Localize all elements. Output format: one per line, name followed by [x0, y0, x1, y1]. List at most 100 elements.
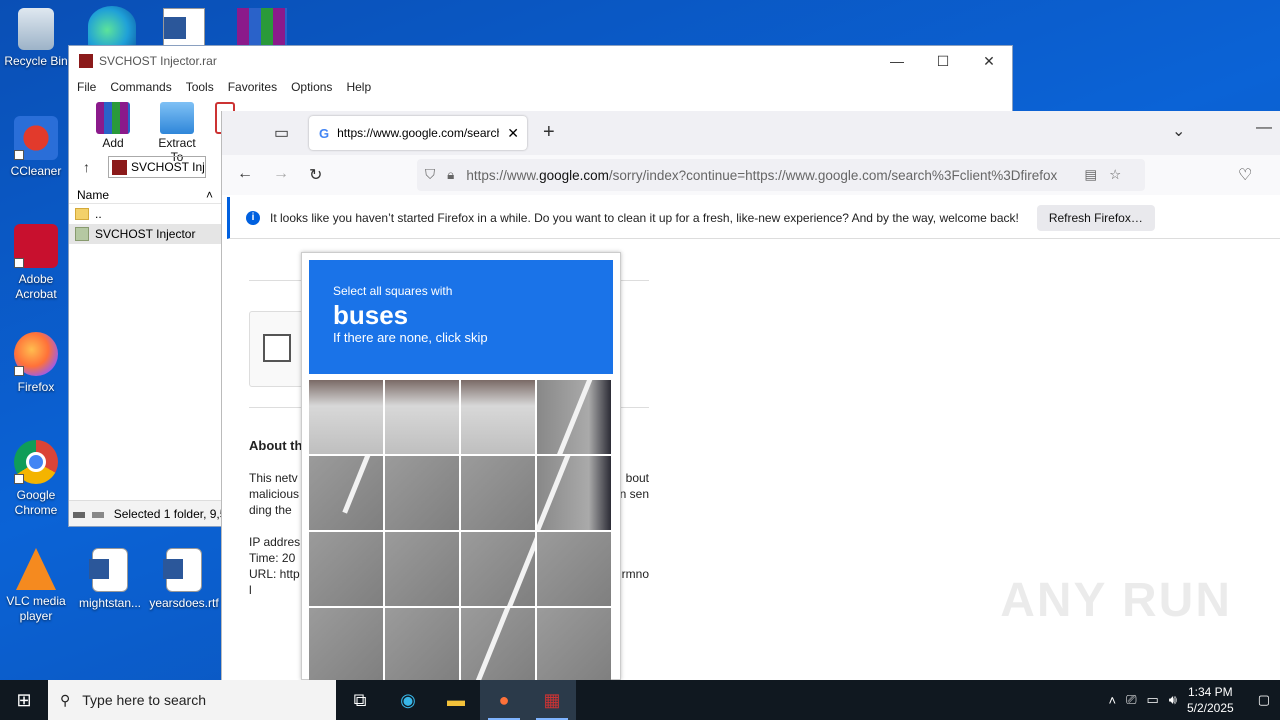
desktop-icon-ccleaner[interactable]: CCleaner	[0, 116, 72, 179]
menu-file[interactable]: File	[77, 80, 96, 94]
new-tab-button[interactable]: +	[543, 121, 555, 144]
desktop-icon-adobe-acrobat[interactable]: Adobe Acrobat	[0, 224, 72, 302]
menu-favorites[interactable]: Favorites	[228, 80, 277, 94]
window-title: SVCHOST Injector.rar	[99, 54, 217, 68]
desktop-icon-google-chrome[interactable]: Google Chrome	[0, 440, 72, 518]
file-name: ..	[95, 207, 102, 221]
bookmark-star-icon[interactable]: ☆	[1109, 167, 1121, 183]
folder-icon	[75, 227, 89, 241]
status-text: Selected 1 folder, 9,5	[113, 507, 221, 521]
para-line: ding the	[249, 503, 292, 517]
grid-tile[interactable]	[385, 456, 459, 530]
menu-options[interactable]: Options	[291, 80, 332, 94]
maximize-button[interactable]: ☐	[920, 53, 966, 70]
edge-icon: ◉	[400, 689, 416, 710]
up-arrow-icon[interactable]: ↑	[83, 159, 90, 175]
grid-tile[interactable]	[537, 380, 611, 454]
taskbar-file-explorer[interactable]: ▬	[432, 680, 480, 720]
word-document-icon	[89, 548, 128, 592]
winrar-statusbar: Selected 1 folder, 9,5	[69, 500, 221, 526]
winrar-menubar: File Commands Tools Favorites Options He…	[69, 76, 1012, 98]
grid-tile[interactable]	[537, 532, 611, 606]
winrar-icon: ▦	[543, 689, 561, 710]
file-name: SVCHOST Injector	[95, 227, 196, 241]
grid-tile[interactable]	[309, 608, 383, 682]
notifications-icon[interactable]: ▢	[1258, 692, 1270, 708]
volume-icon[interactable]: 🔊︎	[1169, 692, 1177, 708]
winrar-icon[interactable]	[237, 8, 287, 46]
tab-strip: ▭ G https://www.google.com/search ✕ + ⌄ …	[222, 111, 1280, 155]
tab-google[interactable]: G https://www.google.com/search ✕	[309, 116, 527, 150]
desktop-icon-recycle-bin[interactable]: Recycle Bin	[0, 8, 72, 69]
grid-tile[interactable]	[461, 380, 535, 454]
url-rest: /sorry/index?continue=https://www.google…	[608, 167, 1058, 183]
grid-tile[interactable]	[461, 532, 535, 606]
grid-tile[interactable]	[385, 380, 459, 454]
archive-path-field[interactable]: SVCHOST Inje	[108, 156, 206, 178]
taskbar-winrar[interactable]: ▦	[528, 680, 576, 720]
extract-to-button[interactable]: Extract To	[151, 102, 203, 164]
url-domain: google.com	[539, 167, 609, 183]
chevron-up-icon[interactable]: ˄	[1108, 693, 1116, 708]
windows-logo-icon: ⊞	[16, 689, 32, 710]
close-tab-icon[interactable]: ✕	[507, 125, 519, 142]
edge-icon[interactable]	[88, 6, 136, 46]
grid-tile[interactable]	[309, 380, 383, 454]
grid-tile[interactable]	[461, 456, 535, 530]
taskbar: ⊞ ⚲ Type here to search ⧉ ◉ ▬ ● ▦ ˄ ⎚ ▭ …	[0, 680, 1280, 720]
back-button-icon[interactable]: ←	[237, 165, 253, 183]
grid-tile[interactable]	[537, 608, 611, 682]
url-text[interactable]: https://www.google.com/sorry/index?conti…	[466, 168, 1072, 183]
list-item[interactable]: ..	[69, 204, 221, 224]
menu-help[interactable]: Help	[346, 80, 371, 94]
task-view-button[interactable]: ⧉	[336, 680, 384, 720]
add-archive-icon	[96, 102, 130, 134]
lock-icon[interactable]: 🔒︎	[447, 167, 454, 183]
clock[interactable]: 1:34 PM 5/2/2025	[1187, 684, 1234, 716]
pocket-icon[interactable]: ♡	[1238, 165, 1252, 185]
taskbar-firefox[interactable]: ●	[480, 680, 528, 720]
grid-tile[interactable]	[537, 456, 611, 530]
tracking-shield-icon[interactable]: ⛉	[425, 167, 435, 183]
start-button[interactable]: ⊞	[0, 680, 48, 720]
taskbar-search[interactable]: ⚲ Type here to search	[48, 680, 336, 720]
grid-tile[interactable]	[309, 532, 383, 606]
list-tabs-icon[interactable]: ⌄	[1172, 121, 1185, 141]
folder-icon	[75, 208, 89, 220]
list-item[interactable]: SVCHOST Injector	[69, 224, 221, 244]
grid-tile[interactable]	[385, 608, 459, 682]
desktop-icon-label: Firefox	[17, 380, 55, 394]
task-view-icon: ⧉	[353, 689, 367, 710]
challenge-hint: If there are none, click skip	[333, 330, 488, 345]
menu-tools[interactable]: Tools	[186, 80, 214, 94]
system-tray: ˄ ⎚ ▭ 🔊︎ 1:34 PM 5/2/2025 ▢	[1108, 684, 1280, 716]
grid-tile[interactable]	[385, 532, 459, 606]
grid-tile[interactable]	[309, 456, 383, 530]
word-icon[interactable]	[163, 8, 205, 46]
recaptcha-checkbox[interactable]	[263, 334, 291, 362]
navigation-bar: ← → ↻ ⛉ 🔒︎ https://www.google.com/sorry/…	[222, 155, 1280, 195]
reader-view-icon[interactable]: ▤	[1084, 167, 1097, 183]
minimize-button[interactable]: —	[874, 53, 920, 70]
refresh-firefox-button[interactable]: Refresh Firefox…	[1036, 204, 1155, 231]
network-icon[interactable]: ▭	[1146, 692, 1158, 708]
vlc-icon	[16, 548, 56, 590]
menu-commands[interactable]: Commands	[110, 80, 171, 94]
network-device-icon[interactable]: ⎚	[1126, 692, 1136, 708]
column-name-header[interactable]: Name ˄	[69, 184, 221, 204]
desktop-icon-vlc[interactable]: VLC media player	[0, 548, 72, 624]
minimize-button[interactable]: —	[1256, 119, 1272, 137]
desktop-icon-mightstan[interactable]: mightstan...	[74, 548, 146, 611]
url-bar[interactable]: ⛉ 🔒︎ https://www.google.com/sorry/index?…	[417, 159, 1145, 191]
close-button[interactable]: ✕	[966, 53, 1012, 70]
firefox-icon: ●	[498, 689, 510, 710]
reload-button-icon[interactable]: ↻	[309, 165, 322, 185]
forward-button-icon[interactable]: →	[273, 165, 289, 183]
archive-path-text: SVCHOST Inje	[131, 160, 206, 174]
grid-tile[interactable]	[461, 608, 535, 682]
taskbar-edge[interactable]: ◉	[384, 680, 432, 720]
add-button[interactable]: Add	[87, 102, 139, 154]
desktop-icon-firefox[interactable]: Firefox	[0, 332, 72, 395]
desktop-icon-yearsdoes[interactable]: yearsdoes.rtf	[148, 548, 220, 611]
firefox-view-icon[interactable]: ▭	[274, 123, 289, 143]
